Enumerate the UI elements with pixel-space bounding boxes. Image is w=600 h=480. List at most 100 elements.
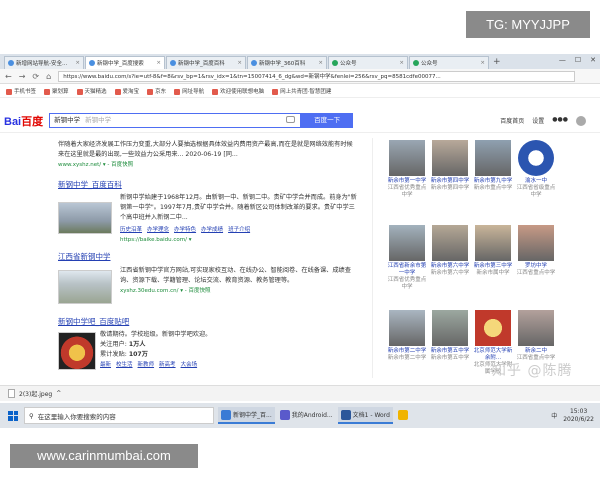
taskbar-search-placeholder: 在这里输入你要搜索的内容 — [37, 412, 116, 421]
snippet-text: 伴随着大家经济发展工作压力变重,大部分人要抽选根据具体效益内费用资产最高,而在是… — [58, 141, 353, 158]
tieba-link[interactable]: 新教师 — [138, 360, 155, 370]
school-card[interactable]: 新余市第四中学 新余市第四中学 — [430, 140, 470, 192]
close-icon[interactable]: × — [318, 60, 323, 66]
tab-label: 公众号 — [421, 61, 438, 67]
baike-thumbnail[interactable] — [58, 202, 112, 234]
tieba-link[interactable]: 校生活 — [116, 360, 133, 370]
tieba-thumbnail[interactable] — [58, 332, 96, 370]
school-card[interactable]: 渝水一中 江西省省级重点中学 — [516, 140, 556, 199]
school-card[interactable]: 新余市第五中学 新余市第五中学 — [430, 310, 470, 362]
bookmark-item[interactable]: 网上共青团·智慧团建 — [272, 87, 331, 95]
users-count: 1万人 — [128, 341, 146, 348]
school-sub: 新余市第六中学 — [430, 270, 470, 276]
home-icon[interactable]: ⌂ — [46, 72, 51, 81]
bookmark-item[interactable]: 天猫精选 — [76, 87, 107, 95]
settings-link[interactable]: 设置 — [532, 116, 544, 126]
baidu-logo[interactable]: Bai百度 — [4, 113, 43, 129]
new-tab-button[interactable]: + — [493, 56, 501, 69]
school-sub: 江西省重点中学 — [516, 270, 556, 276]
tab-4[interactable]: 公众号 × — [328, 56, 408, 69]
close-button[interactable]: ✕ — [590, 56, 596, 64]
baidu-home-link[interactable]: 百度首页 — [500, 116, 524, 126]
result-title[interactable]: 江西省新钢中学 — [58, 252, 358, 262]
tieba-link[interactable]: 新高考 — [159, 360, 176, 370]
close-icon[interactable]: × — [156, 60, 161, 66]
school-photo — [518, 310, 554, 346]
taskbar-search-input[interactable]: ⚲ 在这里输入你要搜索的内容 — [24, 407, 214, 424]
tieba-link[interactable]: 最新 — [100, 360, 111, 370]
result-title[interactable]: 新钢中学吧_百度贴吧 — [58, 317, 358, 327]
bookmark-label: 天猫精选 — [84, 89, 107, 95]
school-sub: 江西省优秀重点中学 — [387, 185, 427, 198]
close-icon[interactable]: × — [399, 60, 404, 66]
bookmark-item[interactable]: 欢迎使用联想电脑 — [212, 87, 264, 95]
bookmark-item[interactable]: 手机书签 — [6, 87, 36, 95]
bookmark-label: 网址导航 — [182, 89, 205, 95]
tab-0[interactable]: 新增网站导航-安全... × — [4, 56, 84, 69]
school-card[interactable]: 新余市第二中学 新余市第二中学 — [387, 310, 427, 362]
baike-link[interactable]: 办学理念 — [147, 225, 169, 235]
taskbar-app-0[interactable]: 新钢中学_百... — [218, 407, 275, 424]
school-card[interactable]: 新余市第三中学 新余市属中学 — [473, 225, 513, 277]
download-bar: 2(3)起.jpeg ^ — [0, 385, 600, 401]
bookmarks-bar: 手机书签 聚划算 天猫精选 爱淘宝 京东 网址导航 欢迎使用联想电脑 网上共青团·智慧团建 — [0, 85, 600, 98]
windows-start-icon[interactable] — [8, 410, 18, 421]
tab-3[interactable]: 新钢中学_360百科 × — [247, 56, 327, 69]
school-photo — [389, 140, 425, 176]
official-thumbnail[interactable] — [58, 270, 112, 304]
tab-favicon-icon — [8, 60, 14, 66]
school-photo — [475, 310, 511, 346]
bookmark-item[interactable]: 网址导航 — [174, 87, 204, 95]
ime-indicator[interactable]: 中 — [551, 411, 557, 420]
maximize-button[interactable]: ☐ — [575, 56, 581, 64]
official-body: 江西省新钢中学官方网站,可实现家校互动、在线办公、智能阅卷、在线备课、成绩查询、… — [120, 266, 360, 296]
school-sub: 新余市第二中学 — [387, 355, 427, 361]
chevron-up-icon[interactable]: ^ — [56, 390, 61, 397]
baike-link[interactable]: 办学特色 — [174, 225, 196, 235]
school-card[interactable]: 新余市第一中学 江西省优秀重点中学 — [387, 140, 427, 199]
refresh-icon[interactable]: ⟳ — [32, 72, 39, 81]
search-button[interactable]: 百度一下 — [301, 113, 354, 128]
clock[interactable]: 15:03 2020/6/22 — [563, 408, 594, 424]
close-icon[interactable]: × — [237, 60, 242, 66]
baike-link[interactable]: 办学成绩 — [201, 225, 223, 235]
download-item[interactable]: 2(3)起.jpeg ^ — [8, 389, 61, 398]
baike-link[interactable]: 历史沿革 — [120, 225, 142, 235]
school-card[interactable]: 新余二中 江西省重点中学 — [516, 310, 556, 362]
tieba-link[interactable]: 大会场 — [181, 360, 198, 370]
result-baike: 新钢中学_百度百科 — [58, 180, 358, 190]
baike-url[interactable]: https://baike.baidu.com/ ▾ — [120, 235, 360, 245]
result-title[interactable]: 新钢中学_百度百科 — [58, 180, 358, 190]
forward-icon[interactable]: → — [19, 72, 26, 81]
tab-2[interactable]: 新钢中学_百度百科 × — [166, 56, 246, 69]
school-card[interactable]: 新余市第六中学 新余市第六中学 — [430, 225, 470, 277]
school-card[interactable]: 新余市第九中学 新余市重点中学 — [473, 140, 513, 192]
baike-link[interactable]: 班子介绍 — [228, 225, 250, 235]
minimize-button[interactable]: — — [559, 56, 566, 64]
bookmark-item[interactable]: 聚划算 — [44, 87, 69, 95]
taskbar-app-3[interactable] — [395, 407, 413, 424]
search-input[interactable]: 新钢中学 新钢中学 — [49, 113, 302, 128]
tab-favicon-icon — [89, 60, 95, 66]
taskbar-app-2[interactable]: 文档1 - Word — [337, 407, 393, 424]
school-card[interactable]: 江西省新余市第一中学 江西省优秀重点中学 — [387, 225, 427, 291]
tab-5[interactable]: 公众号 × — [409, 56, 489, 69]
url-input[interactable]: https://www.baidu.com/s?ie=utf-8&f=8&rsv… — [58, 70, 575, 82]
close-icon[interactable]: × — [75, 60, 80, 66]
school-sub: 新余市第四中学 — [430, 185, 470, 191]
tab-1[interactable]: 新钢中学_百度搜索 × — [85, 56, 165, 69]
camera-icon[interactable] — [286, 116, 296, 123]
taskbar-app-label: 新钢中学_百... — [233, 412, 272, 419]
avatar[interactable] — [576, 115, 586, 126]
official-url[interactable]: xyshz.30edu.com.cn/ ▾ - 百度快照 — [120, 286, 360, 296]
bookmark-item[interactable]: 爱淘宝 — [114, 87, 139, 95]
school-card[interactable]: 罗坊中学 江西省重点中学 — [516, 225, 556, 277]
close-icon[interactable]: × — [480, 60, 485, 66]
more-link[interactable]: ●●● — [552, 116, 568, 126]
back-icon[interactable]: ← — [5, 72, 12, 81]
download-filename: 2(3)起.jpeg — [19, 391, 53, 398]
bookmark-item[interactable]: 京东 — [147, 87, 166, 95]
snippet-url[interactable]: www.xyshz.net/ ▾ - 百度快照 — [58, 160, 358, 170]
taskbar-app-label: 文档1 - Word — [352, 412, 390, 419]
taskbar-app-1[interactable]: 我的Android... — [277, 407, 336, 424]
